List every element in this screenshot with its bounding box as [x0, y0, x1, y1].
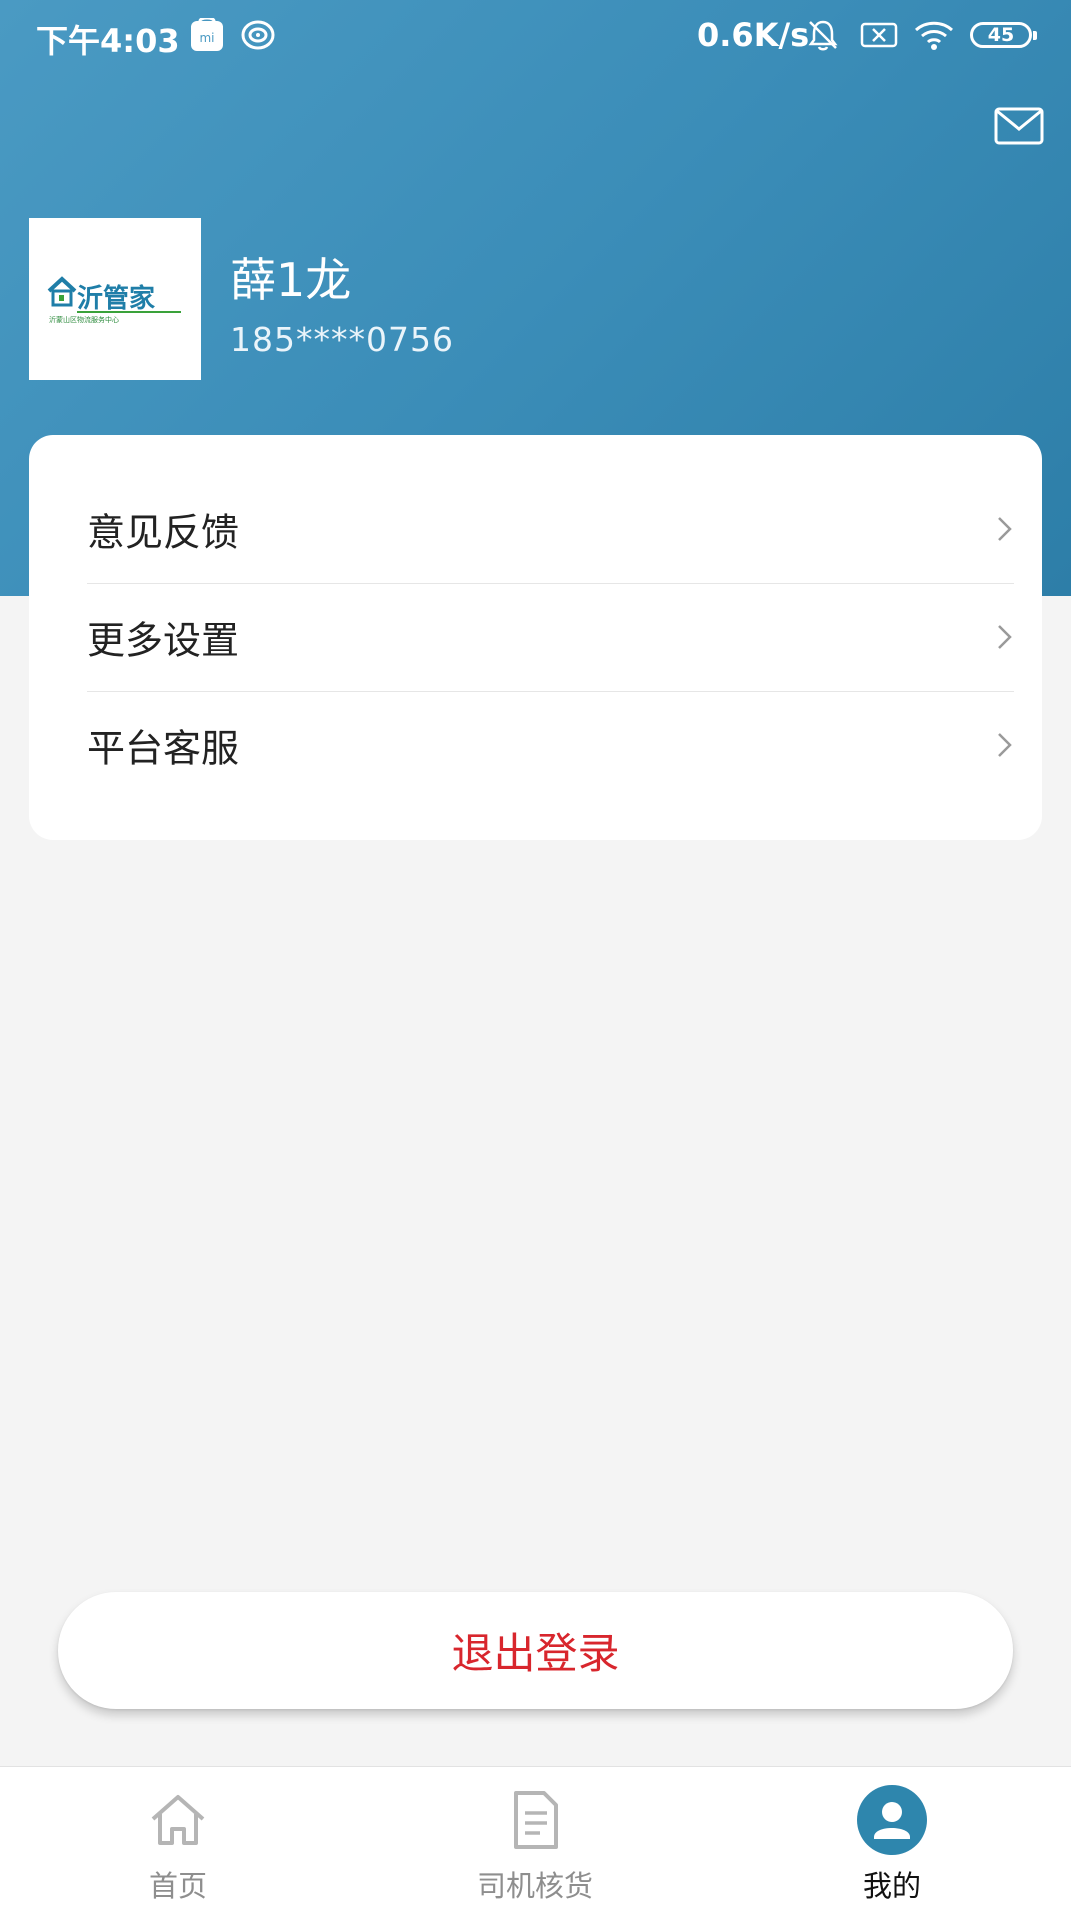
- yiguanjia-logo: 沂管家 沂蒙山区物流服务中心: [47, 276, 181, 324]
- user-name: 薛1龙: [230, 253, 352, 307]
- home-icon: [151, 1795, 205, 1845]
- signal-ring-icon: [241, 20, 275, 50]
- chevron-right-icon: [998, 625, 1012, 649]
- logo-text: 沂管家: [77, 283, 155, 314]
- tab-driver-check[interactable]: 司机核货: [415, 1767, 655, 1912]
- svg-text:mi: mi: [199, 31, 214, 45]
- chevron-right-icon: [998, 733, 1012, 757]
- battery-indicator: 45: [970, 22, 1037, 48]
- logo-subtext: 沂蒙山区物流服务中心: [49, 315, 119, 324]
- document-icon: [514, 1791, 558, 1849]
- tab-mine[interactable]: 我的: [772, 1767, 1012, 1912]
- chevron-right-icon: [998, 517, 1012, 541]
- menu-item-label: 平台客服: [87, 726, 240, 771]
- menu-item-label: 意见反馈: [87, 510, 240, 555]
- status-time: 下午4:03: [36, 22, 180, 60]
- tab-label: 我的: [862, 1869, 921, 1903]
- tab-home[interactable]: 首页: [58, 1767, 298, 1912]
- network-speed: 0.6K/s: [697, 16, 810, 54]
- mute-bell-icon: [808, 20, 838, 51]
- user-icon: [857, 1785, 927, 1855]
- wifi-icon: [914, 21, 954, 50]
- no-sim-icon: [860, 22, 898, 48]
- menu-item-feedback[interactable]: 意见反馈: [87, 475, 1014, 584]
- user-phone: 185****0756: [230, 320, 454, 359]
- logout-button[interactable]: 退出登录: [58, 1592, 1013, 1709]
- avatar[interactable]: 沂管家 沂蒙山区物流服务中心: [29, 218, 201, 380]
- mi-store-icon: mi: [191, 18, 223, 51]
- tab-label: 首页: [148, 1869, 207, 1903]
- bottom-tab-bar: 首页 司机核货 我的: [0, 1766, 1071, 1912]
- tab-label: 司机核货: [476, 1869, 593, 1903]
- mail-icon[interactable]: [994, 106, 1044, 146]
- menu-item-settings[interactable]: 更多设置: [87, 583, 1014, 692]
- status-bar: 下午4:03 mi 0.6K/s 45: [0, 0, 1071, 72]
- menu-item-customer-service[interactable]: 平台客服: [87, 691, 1014, 799]
- menu-card: 意见反馈 更多设置 平台客服: [29, 435, 1042, 840]
- menu-item-label: 更多设置: [87, 618, 240, 663]
